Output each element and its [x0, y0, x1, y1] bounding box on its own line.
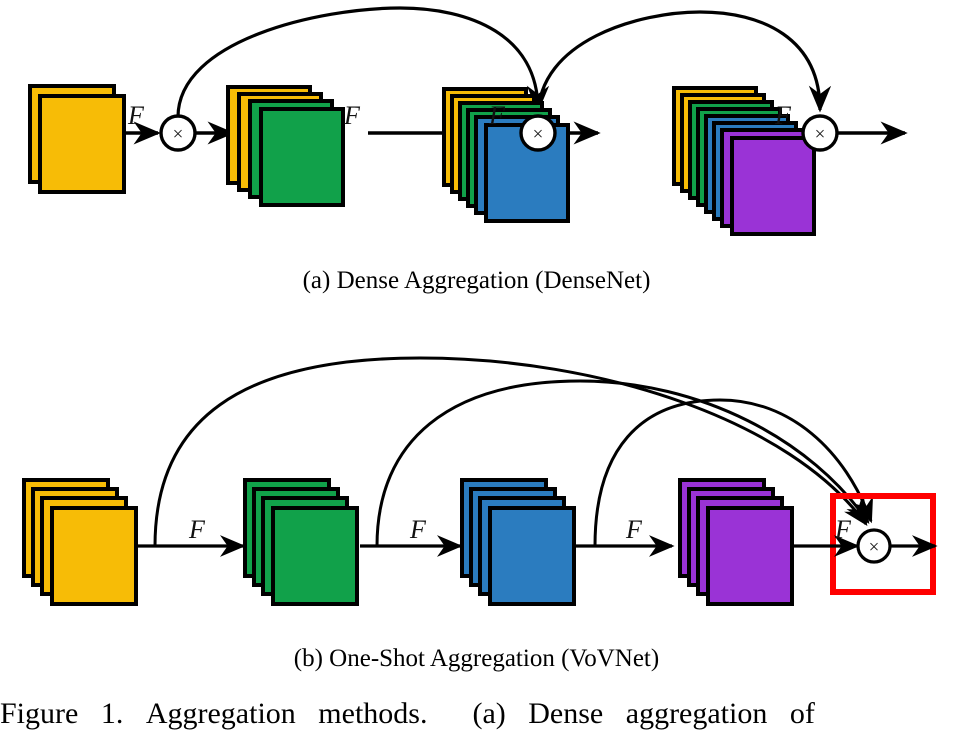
a-transform-1: F — [127, 101, 145, 130]
caption-word-7: of — [789, 697, 815, 730]
caption-word-4: (a) — [472, 697, 506, 730]
a-node-1-label: × — [173, 124, 184, 145]
caption-word-5: Dense — [528, 697, 604, 730]
a-transform-3: F — [774, 101, 792, 130]
a-node-1: × — [159, 114, 197, 152]
subcaption-b: (b) One-Shot Aggregation (VoVNet) — [293, 645, 660, 672]
b-transform-1: F — [188, 515, 206, 544]
caption-word-3: methods. — [318, 697, 428, 730]
a-block-4 — [672, 86, 816, 236]
b-block-4 — [678, 478, 794, 606]
caption-word-6: aggregation — [625, 697, 768, 730]
b-node-1: × — [856, 528, 892, 564]
a-transform-2: F — [488, 101, 506, 130]
a-block-3 — [442, 87, 570, 223]
caption-word-2: Aggregation — [145, 697, 296, 730]
b-node-1-label: × — [869, 537, 880, 558]
panel-a: × × × F F F F — [28, 6, 908, 236]
a-node-2-label: × — [533, 124, 544, 145]
a-block-1 — [28, 84, 126, 194]
b-block-3 — [460, 478, 576, 606]
b-skip-arc-2 — [375, 379, 870, 547]
a-transform-0: F — [343, 101, 361, 130]
b-transform-3: F — [625, 515, 643, 544]
b-block-1 — [22, 478, 138, 606]
panel-b: × F F F F — [22, 356, 938, 606]
caption-word-0: Figure — [0, 697, 79, 730]
figure-container: × × × F F F F × F F F F (a) Dense Aggreg… — [0, 0, 953, 742]
a-block-2 — [226, 85, 345, 207]
a-node-3: × — [801, 114, 839, 152]
a-node-3-label: × — [815, 124, 826, 145]
caption-word-1: 1. — [100, 697, 124, 730]
a-node-2: × — [519, 114, 557, 152]
b-block-2 — [243, 478, 359, 606]
aggregation-figure-svg: × × × F F F F × F F F F — [22, 6, 938, 606]
subcaption-a: (a) Dense Aggregation (DenseNet) — [302, 267, 651, 294]
figure-caption: Figure 1. Aggregation methods. (a) Dense… — [0, 697, 953, 731]
b-transform-4: F — [834, 515, 852, 544]
b-transform-2: F — [409, 515, 427, 544]
